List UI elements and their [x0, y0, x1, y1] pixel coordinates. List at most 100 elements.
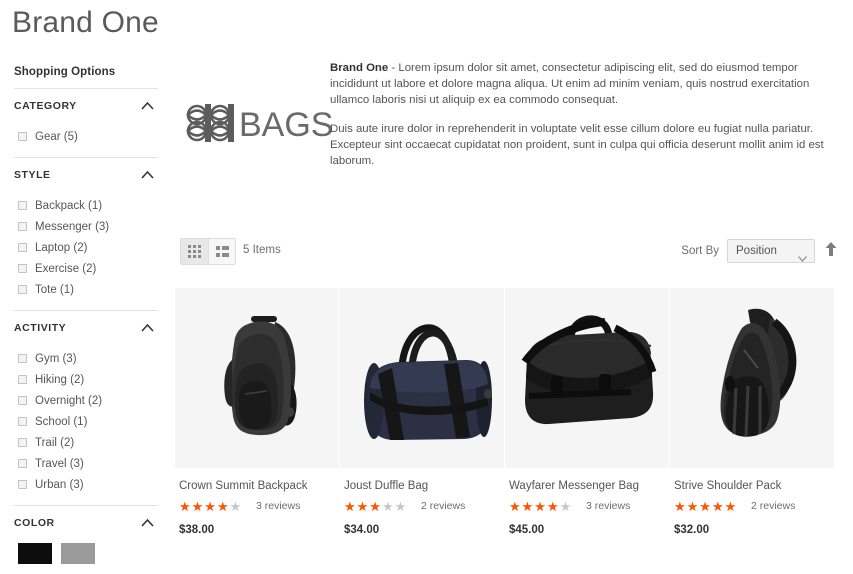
- checkbox-icon[interactable]: [18, 132, 27, 141]
- arrow-up-icon: [825, 241, 837, 261]
- grid-view-button[interactable]: [181, 239, 208, 264]
- filter-option[interactable]: Overnight (2): [14, 390, 158, 411]
- filter-option[interactable]: Laptop (2): [14, 237, 158, 258]
- shopping-options-sidebar: Shopping Options CATEGORY Gear (5) STYLE: [0, 58, 164, 574]
- filter-option-label: Trail (2): [35, 436, 75, 449]
- filter-option[interactable]: Trail (2): [14, 432, 158, 453]
- grid-icon: [188, 245, 201, 258]
- checkbox-icon[interactable]: [18, 243, 27, 252]
- checkbox-icon[interactable]: [18, 264, 27, 273]
- filter-option-label: Travel (3): [35, 457, 84, 470]
- product-image-black-backpack[interactable]: [175, 288, 339, 468]
- color-swatch-black[interactable]: [18, 543, 52, 564]
- product-price: $32.00: [674, 524, 710, 536]
- filter-options-activity: Gym (3) Hiking (2) Overnight (2) School …: [14, 338, 158, 495]
- filter-option-label: School (1): [35, 415, 88, 428]
- list-icon: [215, 245, 229, 258]
- products-toolbar: 5 Items Sort By Position: [175, 236, 853, 270]
- product-item: Joust Duffle Bag ★★★★★ ★★★★★ 2 reviews $…: [340, 288, 504, 536]
- shopping-options-heading: Shopping Options: [14, 66, 116, 78]
- filter-title-color-label: COLOR: [14, 517, 55, 529]
- sort-direction-button[interactable]: [823, 241, 839, 261]
- filter-options-category: Gear (5): [14, 116, 158, 147]
- filter-title-activity[interactable]: ACTIVITY: [14, 322, 158, 338]
- filter-option-label: Backpack (1): [35, 199, 103, 212]
- product-image-navy-duffle-bag[interactable]: [340, 288, 504, 468]
- product-name-link[interactable]: Strive Shoulder Pack: [674, 479, 834, 493]
- list-view-button[interactable]: [208, 239, 235, 264]
- product-name-link[interactable]: Crown Summit Backpack: [179, 479, 339, 493]
- bb-monogram-icon: BAGS: [183, 100, 333, 146]
- checkbox-icon[interactable]: [18, 354, 27, 363]
- checkbox-icon[interactable]: [18, 396, 27, 405]
- reviews-count-link[interactable]: 3 reviews: [586, 500, 630, 512]
- filter-option-label: Tote (1): [35, 283, 74, 296]
- brand-description-text: Lorem ipsum dolor sit amet, consectetur …: [330, 62, 810, 107]
- reviews-count-link[interactable]: 3 reviews: [256, 500, 300, 512]
- chevron-up-icon: [141, 170, 154, 179]
- chevron-up-icon: [141, 323, 154, 332]
- reviews-count-link[interactable]: 2 reviews: [421, 500, 465, 512]
- filter-block-style: STYLE Backpack (1) Messenger (3) Laptop …: [14, 157, 158, 310]
- filter-option[interactable]: Hiking (2): [14, 369, 158, 390]
- star-rating[interactable]: ★★★★★ ★★★★★: [344, 500, 415, 513]
- product-image-black-messenger-bag[interactable]: [505, 288, 669, 468]
- product-name-link[interactable]: Wayfarer Messenger Bag: [509, 479, 669, 493]
- filter-option[interactable]: Gym (3): [14, 348, 158, 369]
- product-price: $34.00: [344, 524, 380, 536]
- filter-option[interactable]: School (1): [14, 411, 158, 432]
- filter-option[interactable]: Messenger (3): [14, 216, 158, 237]
- filter-option[interactable]: Gear (5): [14, 126, 158, 147]
- filter-option[interactable]: Exercise (2): [14, 258, 158, 279]
- checkbox-icon[interactable]: [18, 285, 27, 294]
- filter-options-style: Backpack (1) Messenger (3) Laptop (2) Ex…: [14, 185, 158, 300]
- product-name-link[interactable]: Joust Duffle Bag: [344, 479, 504, 493]
- checkbox-icon[interactable]: [18, 201, 27, 210]
- sort-by-value: Position: [736, 245, 777, 257]
- checkbox-icon[interactable]: [18, 459, 27, 468]
- brand-description: Brand One - Lorem ipsum dolor sit amet, …: [330, 60, 848, 181]
- filter-option[interactable]: Travel (3): [14, 453, 158, 474]
- filter-option-label: Gym (3): [35, 352, 77, 365]
- chevron-up-icon: [141, 101, 154, 110]
- main-content: BAGS Brand One - Lorem ipsum dolor sit a…: [175, 0, 853, 170]
- star-rating-filled: ★★★★★: [674, 499, 738, 513]
- filter-option-label: Exercise (2): [35, 262, 97, 275]
- view-mode-switcher: [180, 238, 236, 265]
- filter-option[interactable]: Tote (1): [14, 279, 158, 300]
- checkbox-icon[interactable]: [18, 438, 27, 447]
- chevron-up-icon: [141, 518, 154, 527]
- star-rating[interactable]: ★★★★★ ★★★★★: [179, 500, 250, 513]
- filter-option-label: Messenger (3): [35, 220, 110, 233]
- star-rating[interactable]: ★★★★★ ★★★★★: [509, 500, 580, 513]
- checkbox-icon[interactable]: [18, 417, 27, 426]
- filter-option[interactable]: Urban (3): [14, 474, 158, 495]
- filter-title-color[interactable]: COLOR: [14, 517, 158, 533]
- filter-title-category-label: CATEGORY: [14, 100, 77, 112]
- product-image-black-sling-pack[interactable]: [670, 288, 834, 468]
- filter-option[interactable]: Backpack (1): [14, 195, 158, 216]
- checkbox-icon[interactable]: [18, 222, 27, 231]
- checkbox-icon[interactable]: [18, 480, 27, 489]
- brand-description-paragraph-2: Duis aute irure dolor in reprehenderit i…: [330, 122, 824, 168]
- star-rating-filled: ★★★★★: [344, 499, 380, 513]
- star-rating[interactable]: ★★★★★ ★★★★★: [674, 500, 745, 513]
- filter-block-color: COLOR: [14, 505, 158, 574]
- filter-title-activity-label: ACTIVITY: [14, 322, 67, 334]
- filter-title-category[interactable]: CATEGORY: [14, 100, 158, 116]
- sort-by-select[interactable]: Position: [727, 239, 815, 263]
- filter-title-style-label: STYLE: [14, 169, 51, 181]
- star-rating-filled: ★★★★★: [179, 499, 229, 513]
- reviews-count-link[interactable]: 2 reviews: [751, 500, 795, 512]
- checkbox-icon[interactable]: [18, 375, 27, 384]
- filter-option-label: Laptop (2): [35, 241, 88, 254]
- product-grid: Crown Summit Backpack ★★★★★ ★★★★★ 3 revi…: [175, 288, 853, 536]
- filter-title-style[interactable]: STYLE: [14, 169, 158, 185]
- catalog-page: Brand One Shopping Options CATEGORY Gear…: [0, 0, 853, 565]
- color-swatch-gray[interactable]: [61, 543, 95, 564]
- item-count: 5 Items: [243, 244, 281, 256]
- filter-option-label: Hiking (2): [35, 373, 85, 386]
- brand-description-separator: -: [388, 62, 399, 74]
- filter-block-activity: ACTIVITY Gym (3) Hiking (2) Overnight (2…: [14, 310, 158, 505]
- chevron-down-icon: [798, 248, 807, 270]
